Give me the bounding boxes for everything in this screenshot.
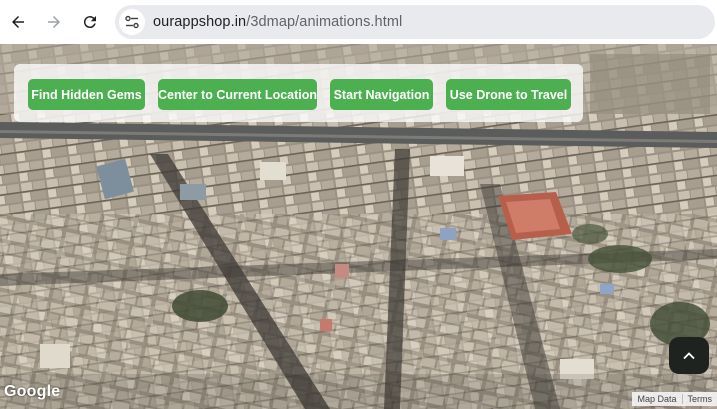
use-drone-button[interactable]: Use Drone to Travel xyxy=(446,79,571,110)
find-hidden-gems-button[interactable]: Find Hidden Gems xyxy=(28,79,145,110)
control-panel: Find Hidden Gems Center to Current Locat… xyxy=(14,64,583,122)
browser-toolbar: ourappshop.in/3dmap/animations.html xyxy=(0,0,717,44)
forward-button[interactable] xyxy=(40,8,68,36)
url-path: /3dmap/animations.html xyxy=(246,14,403,30)
map-attribution: Map Data Terms xyxy=(632,392,717,406)
reload-icon xyxy=(83,16,96,29)
url-host: ourappshop.in xyxy=(153,14,247,30)
url-text: ourappshop.in/3dmap/animations.html xyxy=(153,14,402,30)
map-3d-view[interactable]: Find Hidden Gems Center to Current Locat… xyxy=(0,44,717,409)
site-info-icon[interactable] xyxy=(119,9,145,35)
forward-arrow-icon xyxy=(48,16,60,28)
google-logo: Google xyxy=(4,383,61,400)
back-button[interactable] xyxy=(4,8,32,36)
scroll-to-top-button[interactable] xyxy=(669,337,709,374)
chevron-up-icon xyxy=(683,351,695,359)
back-arrow-icon xyxy=(12,16,24,28)
map-data-link[interactable]: Map Data xyxy=(632,392,681,406)
center-current-location-button[interactable]: Center to Current Location xyxy=(158,79,317,110)
address-bar[interactable]: ourappshop.in/3dmap/animations.html xyxy=(115,5,715,39)
reload-button[interactable] xyxy=(76,8,104,36)
terms-link[interactable]: Terms xyxy=(683,392,717,406)
start-navigation-button[interactable]: Start Navigation xyxy=(330,79,433,110)
